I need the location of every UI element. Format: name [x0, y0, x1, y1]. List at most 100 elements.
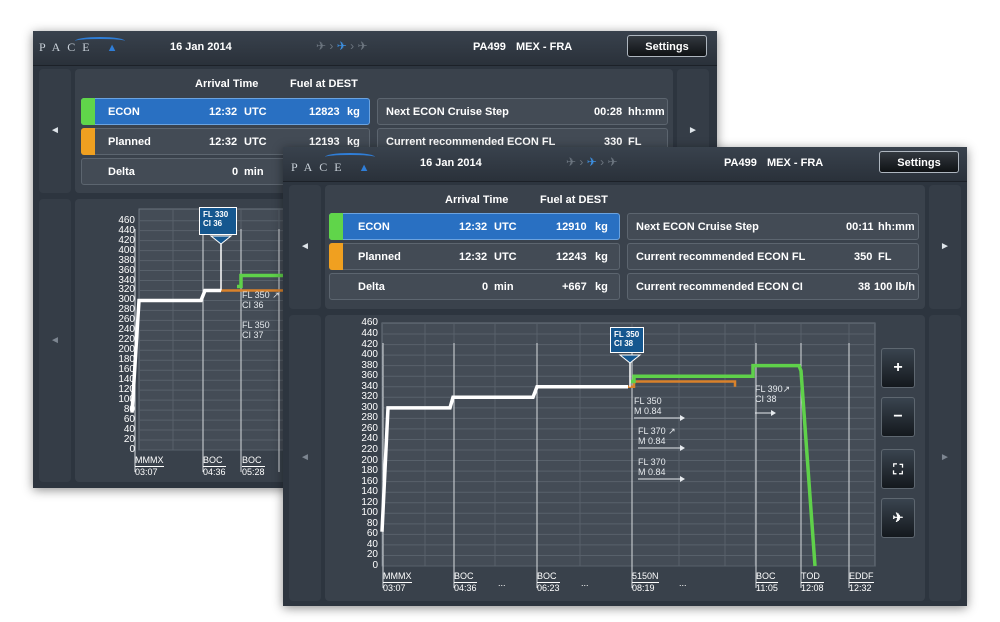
info-label: Next ECON Cruise Step [386, 106, 509, 118]
waypoint-time: 05:28 [242, 466, 265, 477]
ann-line-1: FL 370 [638, 457, 666, 467]
arrival-time-header: Arrival Time [445, 194, 509, 206]
row-time-unit: UTC [244, 106, 267, 118]
route-label: MEX - FRA [767, 157, 824, 169]
summary-panel: Arrival Time Fuel at DEST ECON 12:32 UTC… [325, 185, 925, 309]
logo-text: PACE [39, 40, 97, 54]
zoom-out-button[interactable]: − [881, 397, 915, 437]
route-label: MEX - FRA [516, 41, 573, 53]
waypoint-label: BOC 11:05 [756, 571, 778, 594]
cruise-icon: ✈ [336, 39, 347, 53]
row-fuel: 12910 [556, 221, 587, 233]
landing-icon: ✈ [357, 39, 368, 53]
current-position-flag: FL 350 CI 38 [610, 327, 644, 353]
logo-triangle-icon: ▲ [106, 42, 118, 54]
settings-button[interactable]: Settings [627, 35, 707, 57]
waypoint-name: BOC [454, 571, 474, 581]
prev-page-button[interactable]: ◄ [39, 69, 71, 193]
ann-line-1: FL 390↗ [755, 384, 791, 394]
logo-text: PACE [291, 160, 349, 174]
ann-line-2: M 0.84 [638, 436, 666, 446]
waypoint-label: TOD 12:08 [801, 571, 824, 594]
row-time: 12:32 [459, 221, 488, 233]
cruise-icon: ✈ [586, 155, 597, 169]
row-time-unit: min [494, 281, 514, 293]
row-name: Planned [358, 251, 401, 263]
flag-line-2: CI 38 [614, 339, 634, 348]
next-page-button[interactable]: ► [929, 185, 961, 309]
info-value: 38 [858, 281, 871, 293]
landing-icon: ✈ [607, 155, 618, 169]
left-arrow-icon: ◄ [300, 452, 310, 463]
waypoint-label: BOC 06:23 [537, 571, 560, 594]
econ-row[interactable]: ECON 12:32 UTC 12823 kg [81, 98, 370, 125]
row-time-unit: UTC [494, 251, 517, 263]
info-value: 00:11 [846, 221, 874, 233]
row-time: 12:32 [459, 251, 488, 263]
waypoint-time: 12:08 [801, 582, 824, 593]
left-arrow-icon: ◄ [50, 125, 60, 136]
ann-line-1: FL 370 ↗ [638, 426, 676, 436]
info-recommended-fl: Current recommended ECON FL 350 FL [627, 243, 919, 270]
waypoint-time: 03:07 [383, 582, 412, 594]
waypoint-label: 5150N 08:19 [632, 571, 659, 594]
planned-swatch [329, 243, 343, 270]
ann-line-2: CI 37 [242, 330, 264, 340]
takeoff-icon: ✈ [316, 39, 327, 53]
row-fuel-unit: kg [347, 106, 360, 118]
step-annotation: FL 370 ↗ M 0.84 [638, 426, 676, 446]
ann-line-1: FL 350 [634, 396, 662, 406]
waypoint-name: 5150N [632, 571, 659, 581]
ann-line-2: M 0.84 [634, 406, 662, 416]
waypoint-time: 08:19 [632, 582, 659, 594]
logo-triangle-icon: ▲ [358, 162, 370, 174]
econ-row[interactable]: ECON 12:32 UTC 12910 kg [329, 213, 620, 240]
current-position-flag: FL 330 CI 36 [199, 207, 237, 235]
row-time-unit: UTC [494, 221, 517, 233]
econ-swatch [81, 98, 95, 125]
zoom-in-button[interactable]: + [881, 348, 915, 388]
ann-line-1: FL 350 ↗ [242, 290, 280, 300]
info-value: 00:28 [594, 106, 623, 118]
info-label: Next ECON Cruise Step [636, 221, 759, 233]
info-unit: hh:mm [628, 106, 665, 118]
info-label: Current recommended ECON CI [636, 281, 803, 293]
fit-view-button[interactable]: ⛶ [881, 449, 915, 489]
waypoint-label: EDDF 12:32 [849, 571, 874, 594]
info-unit: FL [878, 251, 892, 263]
ann-line-2: M 0.84 [638, 467, 666, 477]
top-bar: PACE ▲ 16 Jan 2014 ✈ › ✈ › ✈ PA499 MEX -… [283, 147, 967, 182]
waypoint-label: MMMX 03:07 [383, 571, 412, 594]
row-name: Planned [108, 136, 151, 148]
chart-next-button[interactable]: ► [929, 315, 961, 601]
center-aircraft-button[interactable]: ✈ [881, 498, 915, 538]
row-time: 12:32 [209, 136, 238, 148]
row-name: ECON [108, 106, 140, 118]
info-recommended-ci: Current recommended ECON CI 38 100 lb/h [627, 273, 919, 300]
left-arrow-icon: ◄ [300, 241, 310, 252]
waypoint-name: TOD [801, 571, 820, 581]
row-fuel: 12823 [309, 106, 340, 118]
fuel-at-dest-header: Fuel at DEST [290, 78, 358, 90]
flag-line-1: FL 330 [203, 210, 229, 219]
prev-page-button[interactable]: ◄ [289, 185, 321, 309]
fuel-at-dest-header: Fuel at DEST [540, 194, 608, 206]
chart-prev-button[interactable]: ◄ [39, 199, 71, 482]
row-name: Delta [108, 166, 135, 178]
pace-logo: PACE ▲ [39, 40, 117, 55]
settings-button[interactable]: Settings [879, 151, 959, 173]
row-fuel: +667 [562, 281, 587, 293]
row-time: 0 [232, 166, 239, 178]
front-screen: PACE ▲ 16 Jan 2014 ✈ › ✈ › ✈ PA499 MEX -… [283, 147, 967, 606]
row-fuel: 12243 [556, 251, 587, 263]
info-next-cruise-step: Next ECON Cruise Step 00:11 hh:mm [627, 213, 919, 240]
chart-prev-button[interactable]: ◄ [289, 315, 321, 601]
ann-line-2: CI 36 [242, 300, 264, 310]
ellipsis-label: ... [498, 578, 506, 588]
front-profile-chart [380, 322, 876, 588]
row-time: 12:32 [209, 106, 238, 118]
flag-line-2: CI 36 [203, 219, 223, 228]
flight-phase-indicator: ✈ › ✈ › ✈ [316, 39, 368, 53]
planned-row[interactable]: Planned 12:32 UTC 12243 kg [329, 243, 620, 270]
takeoff-icon: ✈ [566, 155, 577, 169]
